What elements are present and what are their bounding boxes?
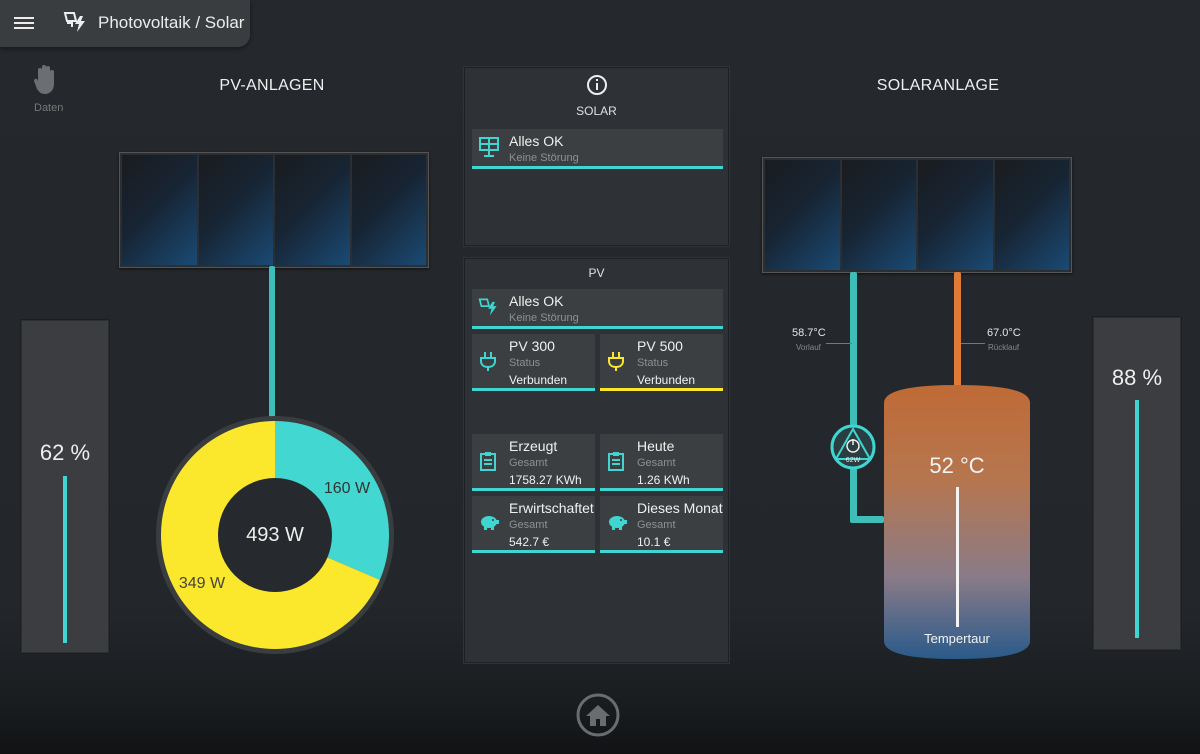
ruecklauf-tick	[961, 343, 985, 344]
piggy-bank-icon	[606, 512, 628, 537]
solar-level-bar: 88 %	[1092, 316, 1182, 651]
tank-temp: 52 °C	[929, 453, 984, 478]
pv-anlagen-title: PV-ANLAGEN	[219, 77, 325, 94]
solar-level-fill	[1135, 400, 1139, 638]
heute-cell[interactable]: Heute Gesamt 1.26 KWh	[600, 434, 723, 491]
pv500-title: PV 500	[637, 338, 683, 354]
monat-sub: Gesamt	[637, 519, 676, 531]
ruecklauf-temp: 67.0°C	[987, 327, 1021, 339]
solar-flash-icon	[63, 10, 89, 39]
erzeugt-sub: Gesamt	[509, 457, 548, 469]
pv500-sub: Status	[637, 357, 669, 369]
solar-status-panel: SOLAR Alles OK Keine Störung	[464, 67, 729, 246]
pv300-cell[interactable]: PV 300 Status Verbunden	[472, 334, 595, 391]
solaranlage-title: SOLARANLAGE	[876, 77, 1000, 94]
pv-battery-bar: 62 %	[20, 319, 110, 654]
solar-panel-title: SOLAR	[576, 104, 617, 118]
pv500-value: Verbunden	[637, 373, 696, 387]
pv-status-sub: Keine Störung	[509, 312, 579, 324]
monat-cell[interactable]: Dieses Monat Gesamt 10.1 €	[600, 496, 723, 553]
pv-status-title: Alles OK	[509, 293, 564, 309]
vorlauf-temp: 58.7°C	[792, 327, 826, 339]
vorlauf-label: Vorlauf	[796, 343, 821, 352]
pv-solar-panel-graphic	[119, 152, 429, 268]
home-icon[interactable]	[575, 692, 621, 738]
plug-icon	[478, 350, 498, 377]
pv300-value: Verbunden	[509, 373, 568, 387]
pv-battery-fill	[63, 476, 67, 643]
solar-status-cell[interactable]: Alles OK Keine Störung	[472, 129, 723, 169]
pv300-title: PV 300	[509, 338, 555, 354]
ruecklauf-label: Rücklauf	[988, 343, 1020, 352]
erzeugt-value: 1758.27 KWh	[509, 473, 582, 487]
vorlauf-pipe-elbow	[850, 516, 884, 523]
vorlauf-tick	[826, 343, 852, 344]
solar-panel-icon	[478, 136, 500, 163]
pv-donut-chart: 493 W 160 W 349 W	[156, 416, 394, 654]
erwirtschaftet-sub: Gesamt	[509, 519, 548, 531]
monat-title: Dieses Monat	[637, 500, 723, 516]
donut-center-value: 493 W	[246, 524, 304, 546]
heute-sub: Gesamt	[637, 457, 676, 469]
donut-label-349w: 349 W	[179, 575, 226, 592]
erwirtschaftet-cell[interactable]: Erwirtschaftet Gesamt 542.7 €	[472, 496, 595, 553]
pv500-cell[interactable]: PV 500 Status Verbunden	[600, 334, 723, 391]
pv300-sub: Status	[509, 357, 541, 369]
menu-icon[interactable]	[14, 14, 34, 32]
clipboard-icon	[606, 450, 626, 477]
hand-icon[interactable]	[32, 62, 60, 101]
donut-label-160w: 160 W	[324, 480, 371, 497]
solar-level-percent: 88 %	[1111, 365, 1163, 390]
solar-status-sub: Keine Störung	[509, 152, 579, 164]
heute-title: Heute	[637, 438, 675, 454]
ruecklauf-pipe	[954, 272, 961, 387]
info-icon[interactable]	[586, 74, 608, 101]
page-title: Photovoltaik / Solar	[98, 13, 245, 32]
solar-collector-graphic	[762, 157, 1072, 273]
pv-panel-title: PV	[588, 266, 605, 280]
solar-flash-icon	[478, 296, 500, 323]
pump-icon[interactable]: 62W	[830, 424, 876, 470]
pv-battery-percent: 62 %	[39, 440, 91, 465]
plug-icon	[606, 350, 626, 377]
vorlauf-pipe	[850, 272, 857, 522]
piggy-bank-icon	[478, 512, 500, 537]
erzeugt-title: Erzeugt	[509, 438, 558, 454]
erwirtschaftet-title: Erwirtschaftet	[509, 500, 594, 516]
pv-status-cell[interactable]: Alles OK Keine Störung	[472, 289, 723, 329]
pv-status-panel: PV Alles OK Keine Störung PV 300 Status …	[464, 258, 729, 663]
tank-label: Tempertaur	[924, 631, 990, 646]
pv-connection-pipe	[269, 266, 275, 418]
erwirtschaftet-value: 542.7 €	[509, 535, 550, 549]
monat-value: 10.1 €	[637, 535, 671, 549]
pump-label: 62W	[846, 457, 861, 464]
water-tank: 52 °C Tempertaur	[884, 385, 1030, 659]
solar-status-title: Alles OK	[509, 133, 564, 149]
clipboard-icon	[478, 450, 498, 477]
heute-value: 1.26 KWh	[637, 473, 690, 487]
erzeugt-cell[interactable]: Erzeugt Gesamt 1758.27 KWh	[472, 434, 595, 491]
daten-label: Daten	[34, 102, 64, 114]
